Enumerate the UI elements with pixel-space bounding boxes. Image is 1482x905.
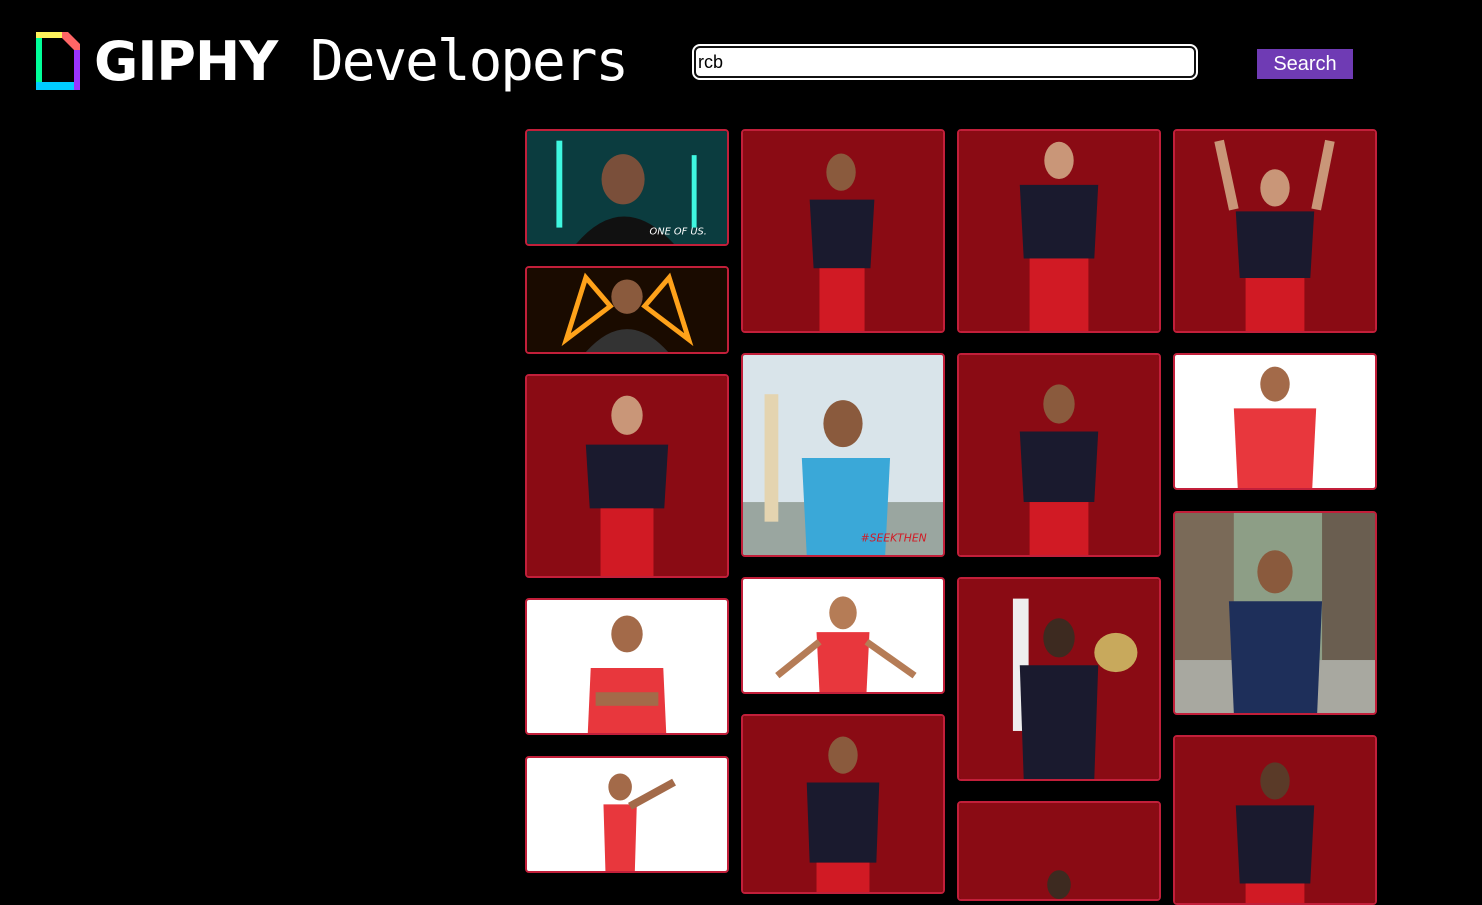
giphy-logo-icon[interactable] bbox=[36, 32, 80, 90]
gif-tile-kohli-mpl-hands-hips[interactable] bbox=[1173, 353, 1377, 490]
gif-overlay-text: ONE OF US. bbox=[650, 226, 707, 237]
gif-tile-rcb-player-harshal[interactable] bbox=[957, 353, 1161, 557]
gif-tile-rcb-player-5[interactable] bbox=[1173, 735, 1377, 905]
gif-tile-duplessis[interactable] bbox=[525, 374, 729, 578]
gif-tile-kohli-mpl-pose[interactable] bbox=[525, 756, 729, 873]
header: GIPHY Developers Search bbox=[0, 0, 1482, 110]
gif-tile-rcb-player-1[interactable] bbox=[741, 129, 945, 333]
gif-tile-rcb-player-arms-crossed[interactable] bbox=[741, 714, 945, 894]
gif-tile-kohli-india-bat[interactable]: #SEEKTHEN bbox=[741, 353, 945, 557]
search-button[interactable]: Search bbox=[1257, 49, 1353, 79]
gif-tile-mpl-player-stretch[interactable] bbox=[741, 577, 945, 694]
logo-subtitle: Developers bbox=[310, 29, 629, 94]
gif-tile-rcb-player-3[interactable] bbox=[957, 801, 1161, 901]
gif-tile-rcb-player-bat-helmet[interactable] bbox=[957, 577, 1161, 781]
gif-tile-rcb-player-2[interactable] bbox=[957, 129, 1161, 333]
search-input[interactable] bbox=[692, 44, 1198, 80]
gif-tile-kohli-mpl-arms-crossed[interactable] bbox=[525, 598, 729, 735]
gif-tile-rcb-player-4[interactable] bbox=[1173, 129, 1377, 333]
gif-overlay-text: #SEEKTHEN bbox=[861, 531, 927, 544]
gif-tile-kohli-teal[interactable]: ONE OF US. bbox=[525, 129, 729, 246]
gif-tile-kohli-neon[interactable] bbox=[525, 266, 729, 354]
logo-wordmark[interactable]: GIPHY bbox=[94, 30, 278, 94]
gif-tile-kohli-street[interactable] bbox=[1173, 511, 1377, 715]
